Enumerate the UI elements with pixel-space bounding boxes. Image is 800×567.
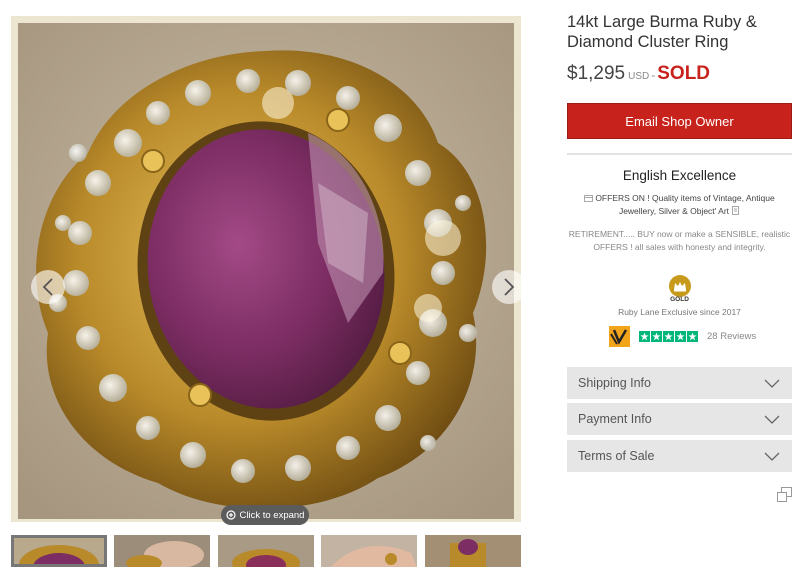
chevron-down-icon <box>764 415 780 424</box>
shop-tagline-text: OFFERS ON ! Quality items of Vintage, An… <box>595 193 775 216</box>
shipping-info-accordion[interactable]: Shipping Info <box>567 367 792 399</box>
next-image-button[interactable] <box>492 270 526 304</box>
main-product-image[interactable] <box>18 23 514 519</box>
thumbnail-1[interactable] <box>11 535 107 567</box>
shop-description: RETIREMENT..... BUY now or make a SENSIB… <box>568 229 791 252</box>
accordion-label: Shipping Info <box>578 376 651 390</box>
copy-icon[interactable] <box>777 487 792 502</box>
star-icon <box>675 331 686 342</box>
thumbnail-1-image <box>19 545 99 567</box>
chevron-down-icon <box>764 452 780 461</box>
gold-seller-badge <box>669 275 691 297</box>
star-icon <box>687 331 698 342</box>
ring-photo-graphic <box>18 23 514 519</box>
chevron-left-icon <box>42 278 53 296</box>
shop-name[interactable]: English Excellence <box>567 168 792 183</box>
currency: USD <box>628 71 650 82</box>
previous-image-button[interactable] <box>31 270 65 304</box>
click-to-expand-button[interactable]: Click to expand <box>221 505 309 525</box>
chevron-right-icon <box>504 278 515 296</box>
sold-status: SOLD <box>657 63 711 84</box>
star-icon <box>639 331 650 342</box>
thumbnail-2-image <box>126 541 204 567</box>
listing-title: 14kt Large Burma Ruby & Diamond Cluster … <box>567 13 757 51</box>
thumbnail-2[interactable] <box>114 535 210 567</box>
thumbnail-strip <box>11 535 526 567</box>
chevron-down-icon <box>764 379 780 388</box>
price-row: $1,295 USD - SOLD <box>567 63 710 85</box>
accordion-label: Payment Info <box>578 412 652 426</box>
thumbnail-5[interactable] <box>425 535 521 567</box>
rating-stars[interactable] <box>639 331 698 342</box>
ruby-lane-exclusive: Ruby Lane Exclusive since 2017 <box>618 307 741 317</box>
trustpilot-logo-icon <box>609 326 630 347</box>
shop-tagline: OFFERS ON ! Quality items of Vintage, An… <box>567 192 792 218</box>
star-icon <box>651 331 662 342</box>
shop-icon <box>584 195 594 202</box>
reviews-count[interactable]: 28 Reviews <box>707 331 756 342</box>
price: $1,295 <box>567 63 626 84</box>
thumbnail-3[interactable] <box>218 535 314 567</box>
zoom-icon <box>225 510 236 520</box>
price-separator: - <box>651 68 656 82</box>
thumbnail-3-image <box>232 549 300 567</box>
divider <box>567 153 792 155</box>
thumbnail-5-image <box>450 539 486 567</box>
gold-label: GOLD <box>670 296 689 303</box>
receipt-icon <box>732 206 740 215</box>
thumbnail-4[interactable] <box>321 535 417 567</box>
payment-info-accordion[interactable]: Payment Info <box>567 403 792 435</box>
star-icon <box>663 331 674 342</box>
email-shop-owner-button[interactable]: Email Shop Owner <box>567 103 792 139</box>
image-gallery <box>11 16 526 522</box>
crown-icon <box>674 281 686 291</box>
terms-of-sale-accordion[interactable]: Terms of Sale <box>567 440 792 472</box>
expand-label: Click to expand <box>239 509 305 521</box>
accordion-label: Terms of Sale <box>578 449 655 463</box>
thumbnail-4-image <box>331 545 417 567</box>
